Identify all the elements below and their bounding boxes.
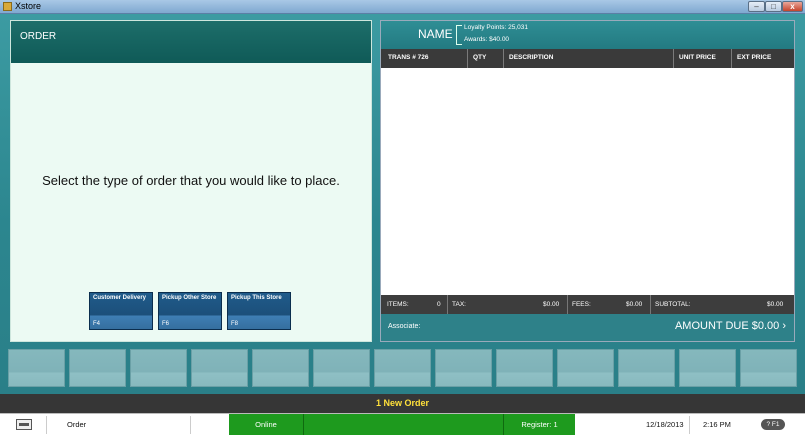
button-label: Pickup This Store xyxy=(231,295,282,301)
customer-name[interactable]: NAME xyxy=(418,27,453,41)
app-icon xyxy=(3,2,12,11)
status-register: Register: 1 xyxy=(503,414,575,435)
items-value: 0 xyxy=(437,301,441,308)
column-divider xyxy=(503,49,504,68)
column-ext-price: EXT PRICE xyxy=(737,54,772,61)
pickup-this-store-button[interactable]: Pickup This Store F8 xyxy=(227,292,291,330)
close-button[interactable]: x xyxy=(782,1,803,12)
function-button[interactable] xyxy=(496,349,553,387)
amount-due-bar[interactable]: Associate: AMOUNT DUE $0.00 › xyxy=(381,314,794,341)
status-mode: Order xyxy=(67,420,87,429)
fees-value: $0.00 xyxy=(626,301,643,308)
totals-divider xyxy=(650,295,651,314)
function-button[interactable] xyxy=(69,349,126,387)
status-online: Online xyxy=(229,414,303,435)
status-divider xyxy=(190,416,191,434)
associate-label: Associate: xyxy=(388,323,421,330)
button-key: F4 xyxy=(93,321,101,327)
status-divider xyxy=(689,416,690,434)
window-titlebar: Xstore – □ x xyxy=(0,0,805,14)
order-panel-header: ORDER xyxy=(11,21,371,63)
status-divider xyxy=(46,416,47,434)
pickup-other-store-button[interactable]: Pickup Other Store F6 xyxy=(158,292,222,330)
totals-bar: ITEMS: 0 TAX: $0.00 FEES: $0.00 SUBTOTAL… xyxy=(381,295,794,314)
subtotal-label: SUBTOTAL: xyxy=(655,301,691,308)
function-button[interactable] xyxy=(618,349,675,387)
function-button[interactable] xyxy=(374,349,431,387)
button-label: Pickup Other Store xyxy=(162,295,217,301)
column-unit-price: UNIT PRICE xyxy=(679,54,716,61)
register-logo-icon xyxy=(16,419,32,430)
subtotal-value: $0.00 xyxy=(767,301,784,308)
loyalty-points: Loyalty Points: 25,031 xyxy=(464,24,528,31)
function-button[interactable] xyxy=(313,349,370,387)
status-blank xyxy=(303,414,503,435)
amount-due: AMOUNT DUE $0.00 › xyxy=(674,320,786,332)
window-title: Xstore xyxy=(15,1,42,11)
function-button[interactable] xyxy=(191,349,248,387)
function-button[interactable] xyxy=(252,349,309,387)
column-qty: QTY xyxy=(473,54,487,61)
bracket-divider xyxy=(456,25,462,45)
status-bar: Order Online Register: 1 12/18/2013 2:16… xyxy=(0,413,805,435)
function-button[interactable] xyxy=(679,349,736,387)
function-button[interactable] xyxy=(130,349,187,387)
totals-divider xyxy=(567,295,568,314)
function-button[interactable] xyxy=(740,349,797,387)
button-key: F6 xyxy=(162,321,170,327)
function-button[interactable] xyxy=(8,349,65,387)
tax-label: TAX: xyxy=(452,301,466,308)
column-divider xyxy=(731,49,732,68)
status-date: 12/18/2013 xyxy=(646,420,684,429)
help-button[interactable]: ? F1 xyxy=(761,419,785,430)
button-key: F8 xyxy=(231,321,239,327)
column-headers: TRANS # 726 QTY DESCRIPTION UNIT PRICE E… xyxy=(381,49,794,68)
order-panel: ORDER Select the type of order that you … xyxy=(10,20,372,342)
function-button[interactable] xyxy=(435,349,492,387)
minimize-button[interactable]: – xyxy=(748,1,765,12)
message-bar: 1 New Order xyxy=(0,394,805,413)
button-label: Customer Delivery xyxy=(93,295,147,301)
awards: Awards: $40.00 xyxy=(464,36,510,43)
status-time: 2:16 PM xyxy=(703,420,731,429)
customer-header: NAME Loyalty Points: 25,031 Awards: $40.… xyxy=(381,21,794,49)
column-description: DESCRIPTION xyxy=(509,54,554,61)
column-divider xyxy=(467,49,468,68)
transaction-panel: NAME Loyalty Points: 25,031 Awards: $40.… xyxy=(380,20,795,342)
customer-delivery-button[interactable]: Customer Delivery F4 xyxy=(89,292,153,330)
column-divider xyxy=(673,49,674,68)
function-button[interactable] xyxy=(557,349,614,387)
function-button-row xyxy=(8,349,798,387)
tax-value: $0.00 xyxy=(543,301,560,308)
totals-divider xyxy=(447,295,448,314)
column-trans: TRANS # 726 xyxy=(388,54,429,61)
order-prompt: Select the type of order that you would … xyxy=(42,173,340,188)
maximize-button[interactable]: □ xyxy=(765,1,782,12)
line-items-list[interactable] xyxy=(381,68,794,295)
items-label: ITEMS: xyxy=(387,301,409,308)
fees-label: FEES: xyxy=(572,301,591,308)
